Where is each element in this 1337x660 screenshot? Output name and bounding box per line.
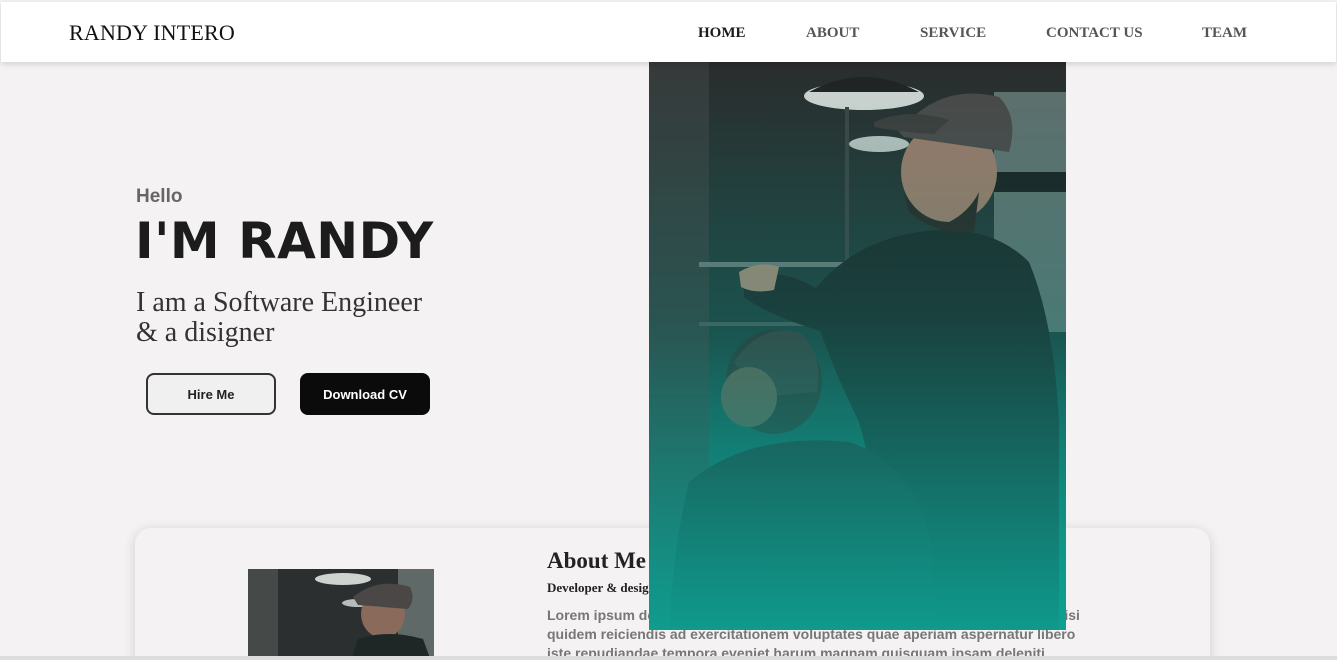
about-photo xyxy=(248,569,434,660)
hero-greeting: Hello xyxy=(136,186,183,207)
nav-team[interactable]: TEAM xyxy=(1202,25,1247,42)
page-bottom-edge xyxy=(0,656,1337,660)
hire-me-button[interactable]: Hire Me xyxy=(146,373,276,415)
hero-headline: I'M RANDY xyxy=(135,212,434,270)
download-cv-button[interactable]: Download CV xyxy=(300,373,430,415)
brand-logo[interactable]: RANDY INTERO xyxy=(69,20,235,46)
nav-service[interactable]: SERVICE xyxy=(920,25,986,42)
hero-role: I am a Software Engineer & a disigner xyxy=(136,288,496,348)
hero-role-line-2: & a disigner xyxy=(136,317,275,348)
nav-contact-us[interactable]: CONTACT US xyxy=(1046,25,1143,42)
hero-photo xyxy=(649,62,1066,630)
nav-home[interactable]: HOME xyxy=(698,25,746,42)
nav-about[interactable]: ABOUT xyxy=(806,25,859,42)
about-title: About Me xyxy=(547,548,647,573)
hero-role-line-1: I am a Software Engineer xyxy=(136,287,423,318)
navbar: RANDY INTERO HOME ABOUT SERVICE CONTACT … xyxy=(1,2,1336,62)
